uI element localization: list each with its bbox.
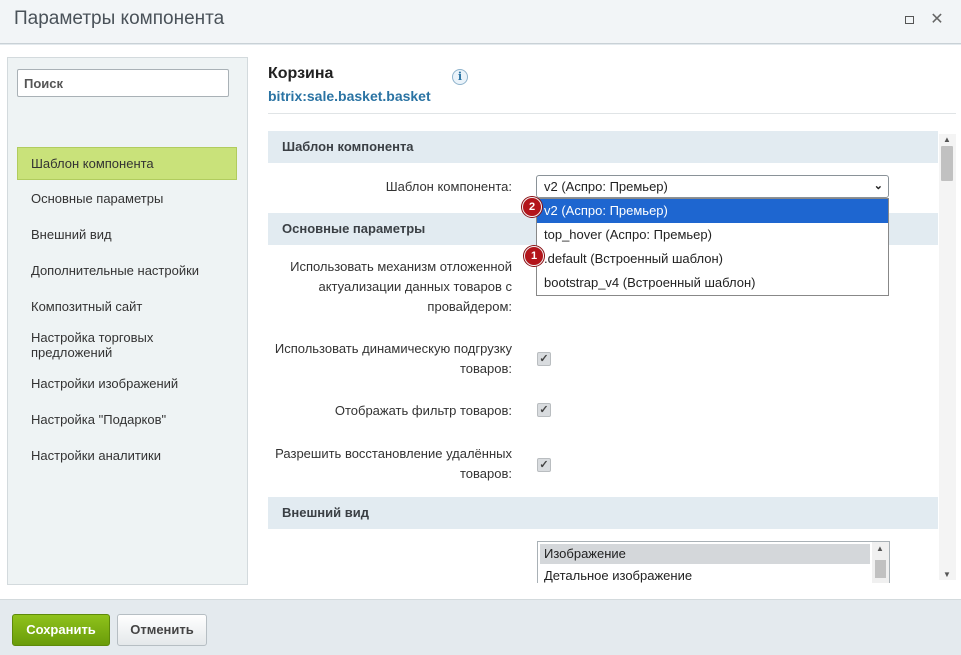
sidebar-item-appearance[interactable]: Внешний вид: [17, 227, 237, 242]
component-code: bitrix:sale.basket.basket: [268, 88, 431, 104]
listbox-scrollbar[interactable]: ▲: [872, 542, 889, 583]
search-input[interactable]: [17, 69, 229, 97]
template-select[interactable]: v2 (Аспро: Премьер) ⌄: [536, 175, 889, 198]
scroll-thumb[interactable]: [875, 560, 886, 578]
dropdown-option-default[interactable]: .default (Встроенный шаблон): [537, 247, 888, 271]
checkmark-icon[interactable]: ✓: [537, 352, 551, 366]
dropdown-option-top-hover[interactable]: top_hover (Аспро: Премьер): [537, 223, 888, 247]
maximize-icon[interactable]: [902, 13, 916, 27]
sidebar-item-analytics[interactable]: Настройки аналитики: [17, 448, 237, 463]
section-appearance: Внешний вид: [268, 497, 938, 529]
chevron-down-icon: ⌄: [874, 176, 883, 197]
template-dropdown: v2 (Аспро: Премьер) top_hover (Аспро: Пр…: [536, 198, 889, 296]
step-badge-2: 2: [522, 197, 542, 217]
sidebar-item-additional[interactable]: Дополнительные настройки: [17, 263, 237, 278]
info-icon[interactable]: i: [452, 69, 468, 85]
sidebar-item-gifts[interactable]: Настройка "Подарков": [17, 412, 237, 427]
sidebar-item-composite[interactable]: Композитный сайт: [17, 299, 237, 314]
sidebar-item-main-params[interactable]: Основные параметры: [17, 191, 237, 206]
scroll-thumb[interactable]: [941, 146, 953, 181]
dropdown-option-bootstrap[interactable]: bootstrap_v4 (Встроенный шаблон): [537, 271, 888, 295]
cancel-button[interactable]: Отменить: [117, 614, 207, 646]
template-select-value: v2 (Аспро: Премьер): [544, 179, 668, 194]
sidebar-item-offers[interactable]: Настройка торговых предложений: [17, 330, 187, 360]
step-badge-1: 1: [524, 246, 544, 266]
sidebar: Шаблон компонента Основные параметры Вне…: [7, 57, 248, 585]
dialog-titlebar: Параметры компонента ✕: [0, 0, 961, 44]
image-listbox[interactable]: Изображение Детальное изображение ▲: [537, 541, 890, 583]
sidebar-item-images[interactable]: Настройки изображений: [17, 376, 237, 391]
template-label: Шаблон компонента:: [386, 177, 512, 197]
param-dynamic-load-label: Использовать динамическую подгрузку това…: [267, 339, 512, 379]
param-filter-label: Отображать фильтр товаров:: [335, 401, 512, 421]
sidebar-item-template[interactable]: Шаблон компонента: [17, 147, 237, 180]
save-button[interactable]: Сохранить: [12, 614, 110, 646]
listbox-option[interactable]: Детальное изображение: [540, 566, 870, 583]
dialog-title: Параметры компонента: [14, 8, 224, 30]
component-name: Корзина: [268, 65, 333, 83]
dropdown-option-v2[interactable]: v2 (Аспро: Премьер): [537, 199, 888, 223]
close-icon[interactable]: ✕: [930, 13, 944, 27]
param-restore-label: Разрешить восстановление удалённых товар…: [267, 444, 512, 484]
checkmark-icon[interactable]: ✓: [537, 458, 551, 472]
scroll-up-icon[interactable]: ▲: [876, 544, 884, 553]
header-divider: [268, 113, 956, 114]
scroll-down-icon[interactable]: ▼: [943, 570, 951, 579]
checkmark-icon[interactable]: ✓: [537, 403, 551, 417]
section-template: Шаблон компонента: [268, 131, 938, 163]
main-scrollbar[interactable]: ▲ ▼: [939, 134, 956, 580]
dialog-footer: Сохранить Отменить: [0, 599, 961, 655]
dialog-content: Шаблон компонента Основные параметры Вне…: [0, 45, 961, 599]
listbox-option[interactable]: Изображение: [540, 544, 870, 564]
scroll-up-icon[interactable]: ▲: [943, 135, 951, 144]
param-deferred-label: Использовать механизм отложенной актуали…: [272, 257, 512, 317]
